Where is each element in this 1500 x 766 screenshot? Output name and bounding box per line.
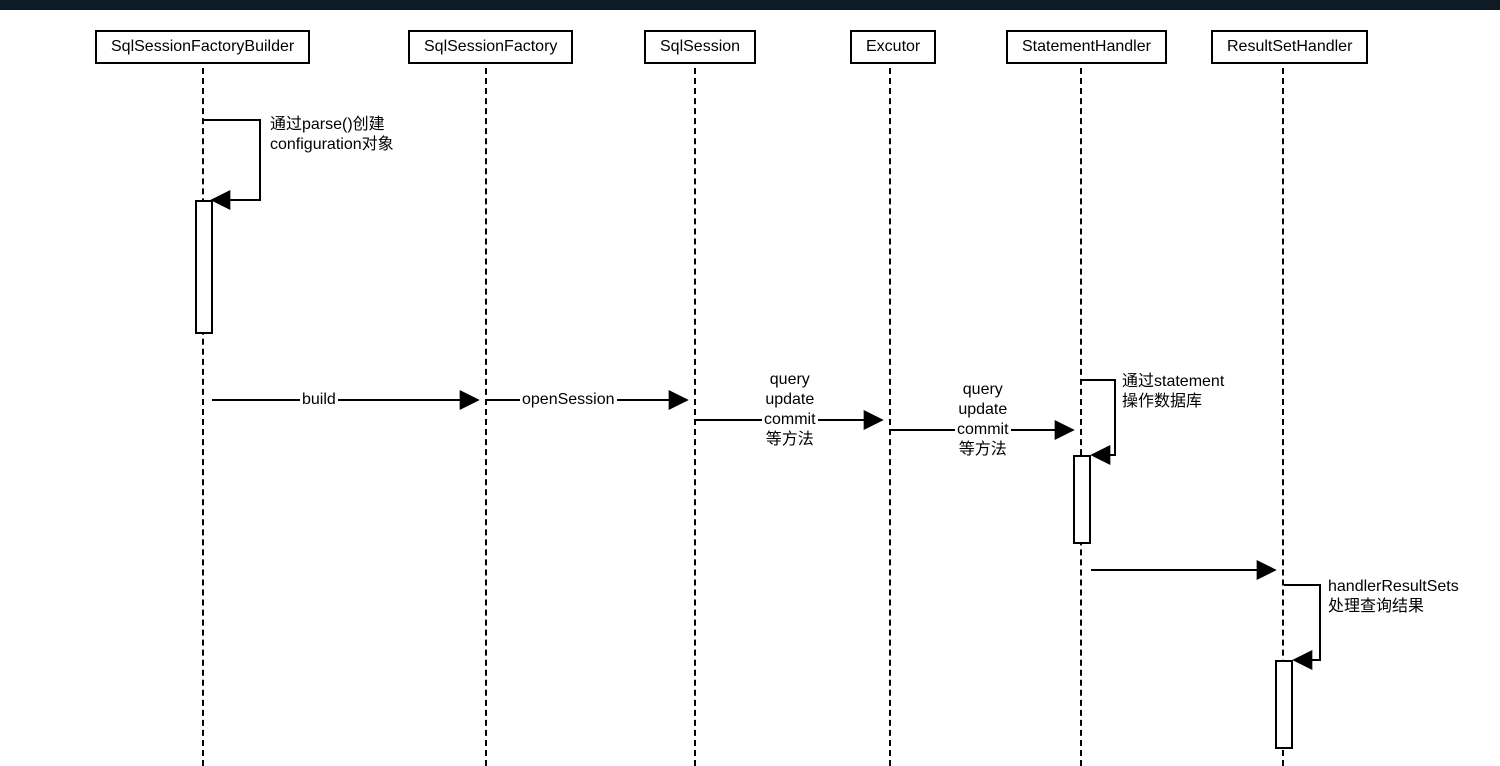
label-build: build (300, 390, 338, 410)
lifeline-p1 (485, 68, 487, 766)
top-bar (0, 0, 1500, 10)
label-line: 等方法 (959, 441, 1007, 458)
label-line: handlerResultSets (1328, 578, 1459, 595)
label-line: configuration对象 (270, 136, 394, 153)
diagram-overlay (0, 10, 1500, 766)
participant-p4: StatementHandler (1006, 30, 1167, 64)
label-self-parse: 通过parse()创建 configuration对象 (268, 115, 396, 155)
participant-p1: SqlSessionFactory (408, 30, 573, 64)
participant-label: ResultSetHandler (1227, 38, 1352, 55)
label-text: build (302, 391, 336, 408)
participant-label: SqlSessionFactoryBuilder (111, 38, 294, 55)
label-line: 通过parse()创建 (270, 116, 385, 133)
label-open-session: openSession (520, 390, 617, 410)
label-line: update (958, 401, 1007, 418)
sequence-diagram: SqlSessionFactoryBuilder SqlSessionFacto… (0, 10, 1500, 766)
label-line: commit (957, 421, 1009, 438)
activation-p4 (1073, 455, 1091, 544)
participant-label: SqlSession (660, 38, 740, 55)
lifeline-p2 (694, 68, 696, 766)
label-text: openSession (522, 391, 615, 408)
participant-p0: SqlSessionFactoryBuilder (95, 30, 310, 64)
label-line: query (963, 381, 1003, 398)
label-executor-ops: query update commit 等方法 (955, 380, 1011, 460)
label-line: update (765, 391, 814, 408)
label-line: 通过statement (1122, 373, 1224, 390)
activation-p0 (195, 200, 213, 334)
participant-label: StatementHandler (1022, 38, 1151, 55)
participant-label: Excutor (866, 38, 920, 55)
label-result-op: handlerResultSets 处理查询结果 (1326, 577, 1461, 617)
label-line: 处理查询结果 (1328, 598, 1424, 615)
participant-p2: SqlSession (644, 30, 756, 64)
label-line: 操作数据库 (1122, 393, 1202, 410)
participant-label: SqlSessionFactory (424, 38, 557, 55)
participant-p3: Excutor (850, 30, 936, 64)
label-statement-op: 通过statement 操作数据库 (1120, 372, 1226, 412)
activation-p5 (1275, 660, 1293, 749)
label-line: query (770, 371, 810, 388)
label-line: 等方法 (766, 431, 814, 448)
participant-p5: ResultSetHandler (1211, 30, 1368, 64)
lifeline-p0 (202, 68, 204, 766)
label-session-ops: query update commit 等方法 (762, 370, 818, 450)
lifeline-p4 (1080, 68, 1082, 766)
label-line: commit (764, 411, 816, 428)
lifeline-p3 (889, 68, 891, 766)
